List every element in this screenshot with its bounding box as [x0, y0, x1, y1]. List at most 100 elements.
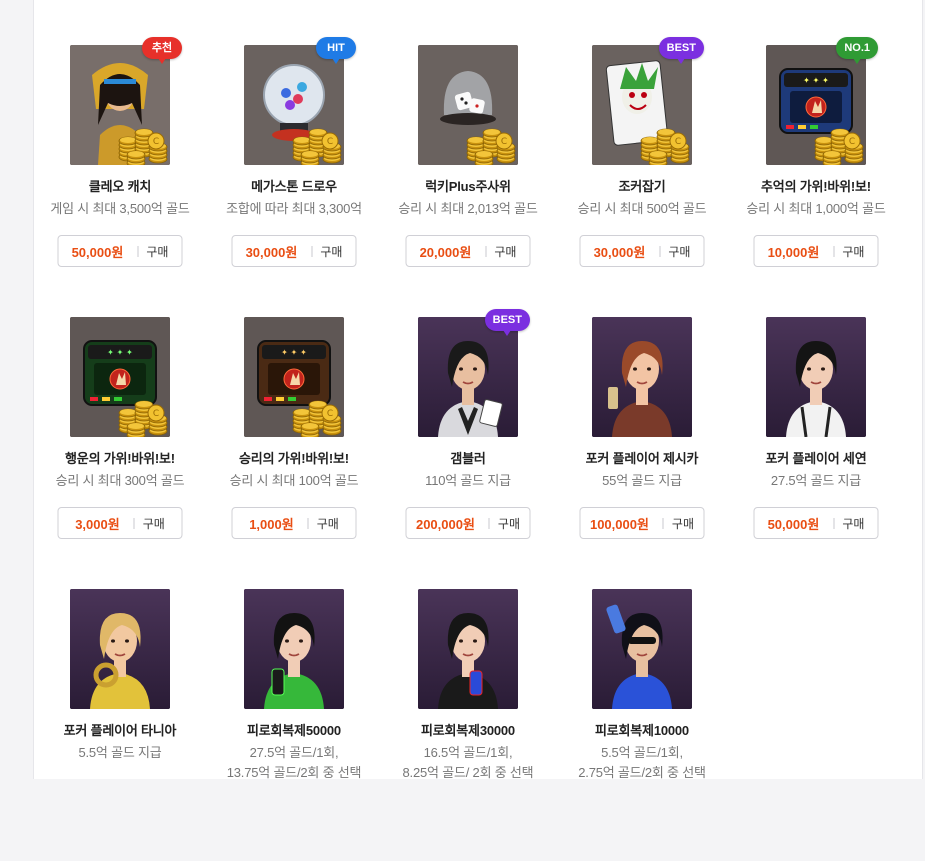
product-image[interactable] — [244, 589, 344, 709]
svg-text:✦ ✦ ✦: ✦ ✦ ✦ — [107, 348, 133, 357]
product-image[interactable]: ✦ ✦ ✦ C NO.1 — [766, 37, 878, 165]
product-description-line: 110억 골드 지급 — [425, 473, 511, 488]
product-description: 조합에 따라 최대 3,300억 — [226, 199, 362, 219]
buy-button[interactable]: 30,000원 구매 — [579, 235, 705, 267]
price-label: 20,000원 — [419, 244, 472, 260]
product-image[interactable]: C HIT — [244, 37, 356, 165]
product-name: 피로회복제10000 — [595, 723, 689, 738]
divider — [307, 517, 309, 529]
product-image[interactable]: ✦ ✦ ✦ C — [70, 317, 170, 437]
product-badge: BEST — [658, 37, 704, 64]
buy-button[interactable]: 1,000원 구매 — [231, 507, 357, 539]
product-description-line: 승리 시 최대 300억 골드 — [55, 473, 185, 488]
product-description-line: 5.5억 골드/1회, — [601, 745, 683, 760]
buy-button[interactable]: 50,000원 구매 — [57, 235, 183, 267]
price-label: 30,000원 — [593, 244, 646, 260]
svg-text:C: C — [327, 409, 333, 419]
product-description-line: 승리 시 최대 500억 골드 — [577, 201, 707, 216]
product-image[interactable] — [592, 589, 692, 709]
svg-text:✦ ✦ ✦: ✦ ✦ ✦ — [803, 76, 829, 85]
product-name: 클레오 캐치 — [88, 179, 152, 194]
product-badge: BEST — [484, 309, 530, 336]
buy-button[interactable]: 200,000원 구매 — [405, 507, 531, 539]
product-image[interactable] — [418, 589, 518, 709]
buy-label: 구매 — [142, 516, 165, 531]
product-description-line: 55억 골드 지급 — [602, 473, 682, 488]
divider — [311, 245, 313, 257]
buy-button[interactable]: 10,000원 구매 — [753, 235, 879, 267]
product-image[interactable] — [592, 317, 692, 437]
divider — [662, 517, 664, 529]
buy-button[interactable]: 50,000원 구매 — [753, 507, 879, 539]
product-card: BEST 갬블러 110억 골드 지급 200,000원 구매 — [381, 309, 555, 589]
product-name: 피로회복제50000 — [247, 723, 341, 738]
product-image[interactable]: ✦ ✦ ✦ C — [244, 317, 344, 437]
product-description-line: 조합에 따라 최대 3,300억 — [226, 201, 362, 216]
buy-button[interactable]: 100,000원 구매 — [579, 507, 705, 539]
svg-text:C: C — [675, 137, 681, 147]
product-badge: NO.1 — [836, 37, 878, 64]
price-label: 50,000원 — [71, 244, 124, 260]
product-image[interactable] — [70, 589, 170, 709]
product-description: 27.5억 골드 지급 — [771, 471, 861, 491]
price-label: 10,000원 — [767, 244, 820, 260]
svg-text:C: C — [501, 137, 507, 147]
buy-label: 구매 — [842, 244, 865, 259]
product-description: 27.5억 골드/1회, 13.75억 골드/2회 중 선택 — [227, 743, 362, 783]
product-card: C BEST 조커잡기승리 시 최대 500억 골드 30,000원 구매 — [555, 37, 729, 317]
product-name: 포커 플레이어 세연 — [765, 451, 867, 466]
product-name: 메가스톤 드로우 — [251, 179, 337, 194]
product-image[interactable]: C 추천 — [70, 37, 182, 165]
product-description: 승리 시 최대 1,000억 골드 — [746, 199, 885, 219]
product-card: 포커 플레이어 제시카 55억 골드 지급 100,000원 구매 — [555, 317, 729, 589]
product-card: ✦ ✦ ✦ C 승리의 가위!바위!보! 승리 시 최대 100억 골드 1,000원… — [207, 317, 381, 589]
divider — [137, 245, 139, 257]
buy-label: 구매 — [494, 244, 517, 259]
product-description: 55억 골드 지급 — [602, 471, 682, 491]
product-description-line: 13.75억 골드/2회 중 선택 — [226, 765, 362, 780]
product-card: 포커 플레이어 세연 27.5억 골드 지급 50,000원 구매 — [729, 317, 903, 589]
price-label: 200,000원 — [415, 516, 475, 532]
product-card: C 추천클레오 캐치게임 시 최대 3,500억 골드 50,000원 구매 — [33, 37, 207, 317]
product-description: 5.5억 골드/1회, 2.75억 골드/2회 중 선택 — [578, 743, 706, 783]
product-badge: HIT — [316, 37, 356, 64]
product-description: 승리 시 최대 300억 골드 — [56, 471, 185, 491]
price-label: 1,000원 — [249, 516, 294, 532]
buy-button[interactable]: 20,000원 구매 — [405, 235, 531, 267]
divider — [488, 517, 490, 529]
product-image[interactable]: BEST — [418, 309, 530, 437]
product-image[interactable]: C — [418, 45, 518, 165]
product-name: 추억의 가위!바위!보! — [761, 179, 871, 194]
product-image[interactable] — [766, 317, 866, 437]
product-description-line: 27.5억 골드 지급 — [770, 473, 862, 488]
price-label: 50,000원 — [767, 516, 820, 532]
price-label: 30,000원 — [245, 244, 298, 260]
product-description-line: 5.5억 골드 지급 — [78, 745, 162, 760]
price-label: 3,000원 — [75, 516, 120, 532]
product-image[interactable]: C BEST — [592, 37, 704, 165]
product-name: 갬블러 — [450, 451, 486, 466]
product-name: 조커잡기 — [618, 179, 666, 194]
divider — [485, 245, 487, 257]
product-card: 피로회복제30000 16.5억 골드/1회, 8.25억 골드/ 2회 중 선택 — [381, 589, 555, 861]
product-description: 게임 시 최대 3,500억 골드 — [50, 199, 189, 219]
product-description-line: 27.5억 골드/1회, — [249, 745, 339, 760]
buy-button[interactable]: 30,000원 구매 — [231, 235, 357, 267]
product-description-line: 승리 시 최대 2,013억 골드 — [398, 201, 538, 216]
product-card: 피로회복제10000 5.5억 골드/1회, 2.75억 골드/2회 중 선택 — [555, 589, 729, 861]
divider — [133, 517, 135, 529]
product-description: 5.5억 골드 지급 — [78, 743, 161, 763]
product-description-line: 승리 시 최대 100억 골드 — [229, 473, 359, 488]
product-grid: C 추천 클레오 캐치 게임 시 최대 3,500억 골드 50,000원 구매 C HIT… — [33, 37, 903, 861]
buy-button[interactable]: 3,000원 구매 — [57, 507, 183, 539]
product-card: ✦ ✦ ✦ C NO.1 추억의 가위!바위!보! 승리 시 최대 1,000억 골드… — [729, 37, 903, 317]
product-description: 승리 시 최대 2,013억 골드 — [398, 199, 537, 219]
product-description: 승리 시 최대 500억 골드 — [578, 199, 707, 219]
product-name: 포커 플레이어 타니아 — [63, 723, 177, 738]
svg-text:C: C — [849, 137, 855, 147]
product-description-line: 8.25억 골드/ 2회 중 선택 — [402, 765, 534, 780]
buy-label: 구매 — [668, 244, 691, 259]
product-description: 110억 골드 지급 — [425, 471, 511, 491]
product-name: 행운의 가위!바위!보! — [65, 451, 175, 466]
svg-text:✦ ✦ ✦: ✦ ✦ ✦ — [281, 348, 307, 357]
